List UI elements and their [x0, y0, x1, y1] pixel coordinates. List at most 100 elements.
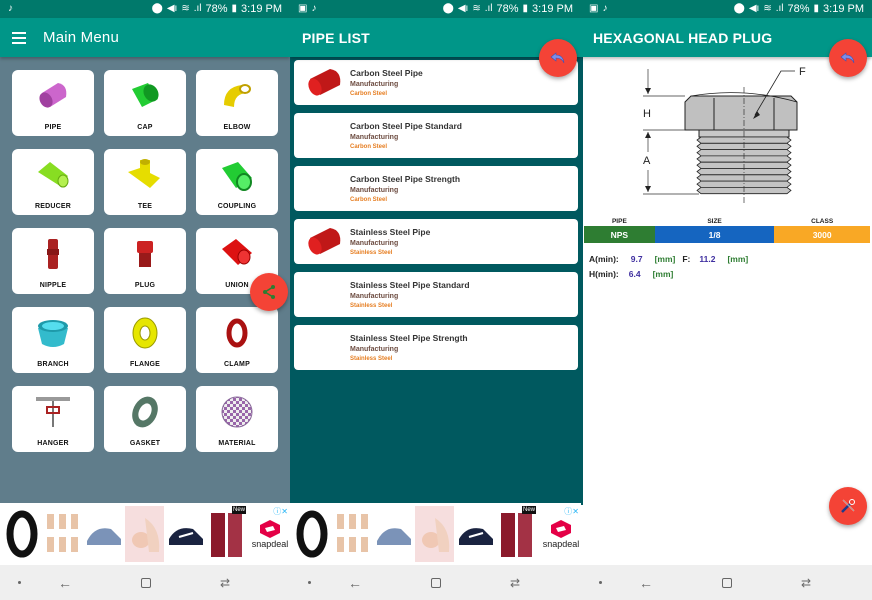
nav-recent-icon[interactable]: ⇄ [220, 576, 230, 590]
back-button[interactable] [539, 39, 577, 77]
flange-icon [125, 313, 165, 353]
nav-back-icon[interactable]: ← [348, 575, 362, 591]
page-title: PIPE LIST [302, 29, 370, 46]
dim-label-a: A [643, 155, 651, 167]
ad-info-close-icon[interactable]: ⓘ✕ [564, 506, 579, 517]
battery-icon: ▮ [522, 3, 529, 14]
hanger-icon [33, 392, 73, 432]
image-icon: ▣ [298, 3, 308, 14]
coupling-icon [217, 155, 257, 195]
app-bar: PIPE LIST [290, 18, 581, 57]
size-value[interactable]: 1/8 [654, 226, 775, 243]
ad-info-close-icon[interactable]: ⓘ✕ [273, 506, 288, 517]
list-item[interactable]: Carbon Steel Pipe Strength Manufacturing… [294, 166, 578, 211]
ad-banner[interactable]: New ⓘ✕ snapdeal [0, 503, 290, 565]
ad-product-cabinet[interactable]: New [207, 506, 246, 562]
menu-tile-reducer[interactable]: REDUCER [12, 149, 94, 215]
plug-icon [125, 234, 165, 274]
menu-tile-plug[interactable]: PLUG [104, 228, 186, 294]
nav-recent-icon[interactable]: ⇄ [510, 576, 520, 590]
pipe-value[interactable]: NPS [584, 226, 655, 243]
list-item[interactable]: Stainless Steel Pipe Strength Manufactur… [294, 325, 578, 370]
ad-product-shoe-grey[interactable] [374, 506, 413, 562]
menu-tile-nipple[interactable]: NIPPLE [12, 228, 94, 294]
music-icon: ♪ [311, 3, 317, 14]
ad-product-shoe-navy[interactable] [456, 506, 495, 562]
union-icon [217, 234, 257, 274]
menu-tile-clamp[interactable]: CLAMP [196, 307, 278, 373]
nav-back-icon[interactable]: ← [639, 575, 653, 591]
hex-plug-drawing: H A F [581, 57, 872, 212]
system-nav-bar: ← ⇄ [290, 565, 581, 600]
back-button[interactable] [829, 39, 867, 77]
menu-tile-hanger[interactable]: HANGER [12, 386, 94, 452]
list-item[interactable]: Carbon Steel Pipe Manufacturing Carbon S… [294, 60, 578, 105]
dim-label-h: H [643, 108, 651, 120]
nav-dot-indicator [308, 581, 311, 584]
page-title: Main Menu [43, 29, 120, 46]
menu-tile-tee[interactable]: TEE [104, 149, 186, 215]
app-bar: HEXAGONAL HEAD PLUG [581, 18, 872, 57]
tools-button[interactable] [829, 487, 867, 525]
snapdeal-logo[interactable]: ⓘ✕ snapdeal [541, 506, 581, 562]
pipe-list-screen: ▣ ♪ ⬤ ◀ı ≋ .ıl 78% ▮ 3:19 PM PIPE LIST Ca… [290, 0, 581, 600]
battery-percent: 78% [205, 3, 228, 15]
cap-icon [125, 76, 165, 116]
nav-dot-indicator [18, 581, 21, 584]
clock: 3:19 PM [532, 3, 573, 15]
dim-label-f: F [799, 66, 806, 78]
nav-home-icon[interactable] [141, 577, 151, 588]
back-reply-icon [840, 52, 855, 64]
ad-product-fitness-band[interactable] [2, 506, 41, 562]
f-value: 11.2 [699, 253, 716, 264]
app-bar: Main Menu [0, 18, 290, 57]
red-pipe-image [308, 69, 341, 96]
share-button[interactable] [250, 273, 288, 311]
system-nav-bar: ← ⇄ [581, 565, 872, 600]
menu-tile-branch[interactable]: BRANCH [12, 307, 94, 373]
menu-tile-pipe[interactable]: PIPE [12, 70, 94, 136]
branch-icon [33, 313, 73, 353]
ad-product-apparel[interactable] [333, 506, 372, 562]
ad-product-cabinet[interactable]: New [497, 506, 536, 562]
ad-product-shoe-grey[interactable] [84, 506, 123, 562]
menu-tile-coupling[interactable]: COUPLING [196, 149, 278, 215]
ad-product-heel-pad[interactable] [415, 506, 454, 562]
menu-tile-cap[interactable]: CAP [104, 70, 186, 136]
class-value[interactable]: 3000 [774, 226, 870, 243]
nav-home-icon[interactable] [722, 577, 732, 588]
menu-tile-elbow[interactable]: ELBOW [196, 70, 278, 136]
nav-recent-icon[interactable]: ⇄ [801, 576, 811, 590]
ad-product-fitness-band[interactable] [292, 506, 331, 562]
a-min-value: 9.7 [630, 253, 643, 264]
menu-tile-material[interactable]: MATERIAL [196, 386, 278, 452]
list-item[interactable]: Stainless Steel Pipe Standard Manufactur… [294, 272, 578, 317]
list-item[interactable]: Stainless Steel Pipe Manufacturing Stain… [294, 219, 578, 264]
red-pipe-image [308, 228, 341, 255]
snapdeal-logo[interactable]: ⓘ✕ snapdeal [250, 506, 290, 562]
clamp-icon [217, 313, 257, 353]
hex-plug-detail-screen: ▣ ♪ ⬤ ◀ı ≋ .ıl 78% ▮ 3:19 PM HEXAGONAL HE… [581, 0, 872, 600]
image-icon: ▣ [589, 3, 599, 14]
pipe-list: Carbon Steel Pipe Manufacturing Carbon S… [294, 60, 578, 370]
status-bar: ▣ ♪ ⬤ ◀ı ≋ .ıl 78% ▮ 3:19 PM [581, 0, 872, 18]
list-item[interactable]: Carbon Steel Pipe Standard Manufacturing… [294, 113, 578, 158]
new-badge: New [231, 506, 246, 514]
wifi-icon: ≋ [763, 3, 772, 14]
location-icon: ⬤ [733, 3, 745, 14]
ad-product-apparel[interactable] [43, 506, 82, 562]
location-icon: ⬤ [442, 3, 454, 14]
ad-product-heel-pad[interactable] [125, 506, 164, 562]
back-reply-icon [550, 52, 565, 64]
spec-table: PIPE SIZE CLASS NPS 1/8 3000 [584, 217, 870, 243]
nav-home-icon[interactable] [431, 577, 441, 588]
tee-icon [125, 155, 165, 195]
menu-tile-gasket[interactable]: GASKET [104, 386, 186, 452]
menu-tile-flange[interactable]: FLANGE [104, 307, 186, 373]
ad-product-shoe-navy[interactable] [166, 506, 205, 562]
elbow-icon [217, 76, 257, 116]
hamburger-menu-icon[interactable] [12, 31, 26, 44]
nav-back-icon[interactable]: ← [58, 575, 72, 591]
signal-icon: .ıl [193, 3, 202, 14]
ad-banner[interactable]: New ⓘ✕ snapdeal [290, 503, 581, 565]
